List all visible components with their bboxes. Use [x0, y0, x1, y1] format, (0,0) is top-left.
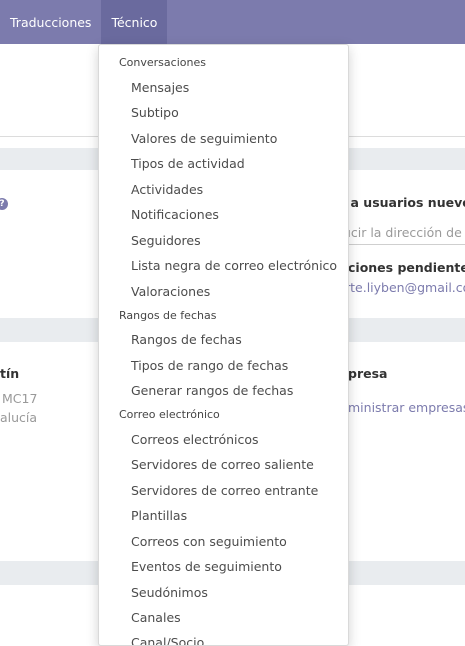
menu-item-correos-con-seguimiento[interactable]: Correos con seguimiento	[131, 534, 287, 549]
menu-item-servidores-entrante[interactable]: Servidores de correo entrante	[131, 483, 318, 498]
menu-item-tipos-de-rango[interactable]: Tipos de rango de fechas	[131, 358, 288, 373]
manage-companies-link[interactable]: ministrar empresas	[348, 400, 465, 415]
menu-item-generar-rangos[interactable]: Generar rangos de fechas	[131, 383, 293, 398]
menu-item-eventos-de-seguimiento[interactable]: Eventos de seguimiento	[131, 559, 282, 574]
top-navbar: Traducciones Técnico	[0, 0, 465, 44]
menu-item-canal-socio[interactable]: Canal/Socio	[131, 635, 204, 645]
menu-header-correo-electronico: Correo electrónico	[119, 408, 220, 421]
menu-item-tipos-de-actividad[interactable]: Tipos de actividad	[131, 156, 245, 171]
menu-item-rangos-de-fechas[interactable]: Rangos de fechas	[131, 332, 242, 347]
menu-item-mensajes[interactable]: Mensajes	[131, 80, 189, 95]
pending-invitation-email[interactable]: rte.liyben@gmail.com	[345, 280, 465, 295]
menu-item-notificaciones[interactable]: Notificaciones	[131, 207, 219, 222]
menu-header-conversaciones: Conversaciones	[119, 56, 206, 69]
menu-item-actividades[interactable]: Actividades	[131, 182, 203, 197]
menu-item-servidores-saliente[interactable]: Servidores de correo saliente	[131, 457, 314, 472]
company-address-line1: MC17	[2, 391, 38, 406]
menu-item-seudonimos[interactable]: Seudónimos	[131, 585, 208, 600]
menu-item-valores-de-seguimiento[interactable]: Valores de seguimiento	[131, 131, 277, 146]
menu-item-seguidores[interactable]: Seguidores	[131, 233, 201, 248]
nav-item-traducciones[interactable]: Traducciones	[0, 0, 101, 44]
help-icon[interactable]: ?	[0, 198, 8, 210]
nav-item-tecnico[interactable]: Técnico	[101, 0, 168, 44]
menu-header-rangos-de-fechas: Rangos de fechas	[119, 309, 217, 322]
invite-users-title: r a usuarios nuevos	[340, 195, 465, 210]
pending-invitations-title: ciones pendientes:	[348, 260, 465, 275]
company-address-line2: alucía	[0, 410, 38, 425]
menu-item-valoraciones[interactable]: Valoraciones	[131, 284, 210, 299]
company-name-heading: tín	[0, 366, 20, 381]
invite-email-input[interactable]: ducir la dirección de c	[335, 222, 465, 245]
menu-item-subtipo[interactable]: Subtipo	[131, 105, 179, 120]
menu-item-plantillas[interactable]: Plantillas	[131, 508, 187, 523]
menu-item-correos-electronicos[interactable]: Correos electrónicos	[131, 432, 259, 447]
menu-item-canales[interactable]: Canales	[131, 610, 181, 625]
companies-heading: presa	[348, 366, 388, 381]
tecnico-dropdown-menu: Conversaciones Mensajes Subtipo Valores …	[98, 44, 349, 646]
menu-item-lista-negra[interactable]: Lista negra de correo electrónico	[131, 258, 337, 273]
